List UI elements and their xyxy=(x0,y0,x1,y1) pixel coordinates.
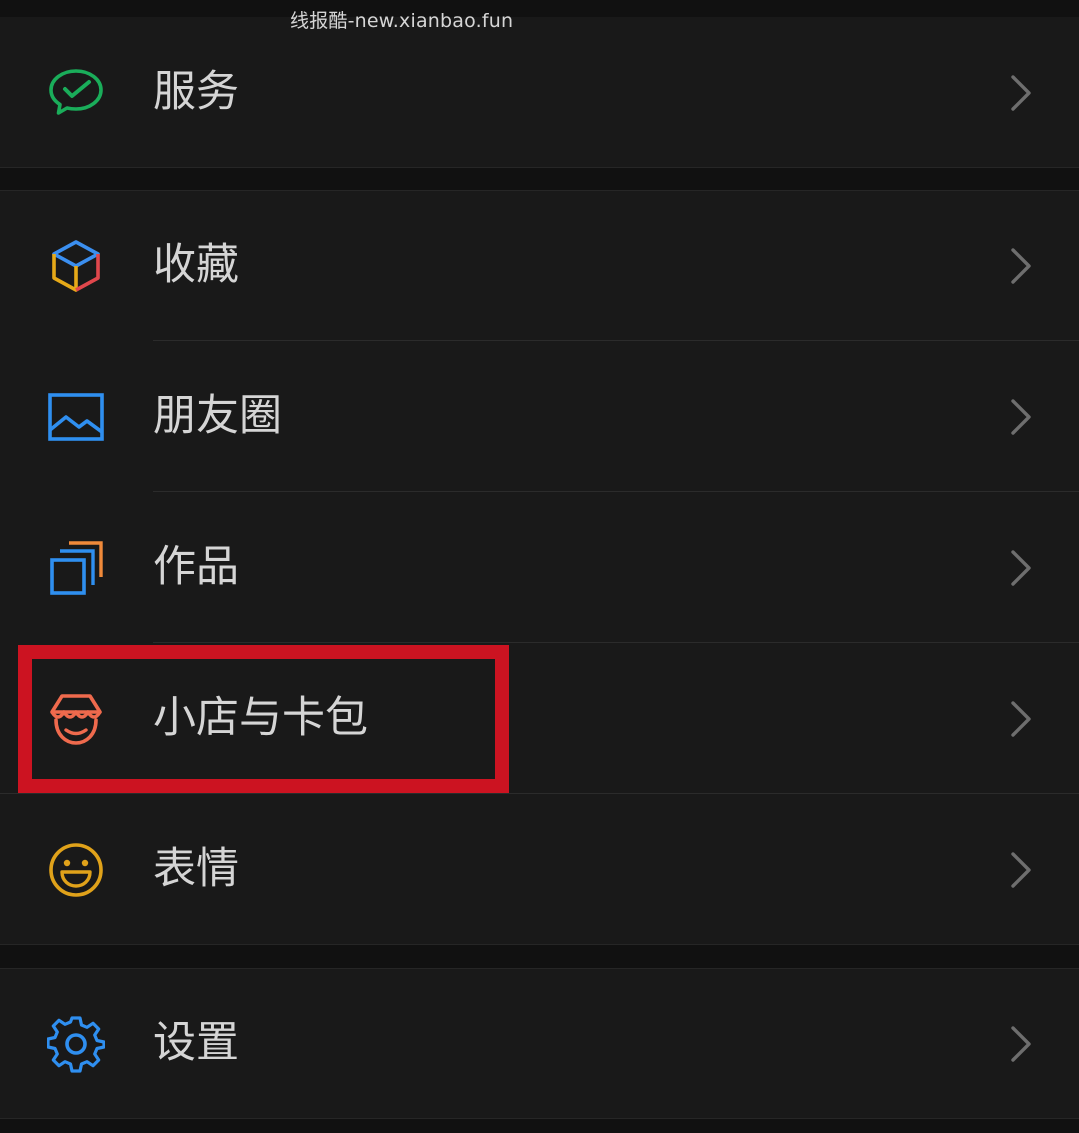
image-icon xyxy=(47,388,105,446)
cube-icon xyxy=(47,237,105,295)
menu-item-label: 作品 xyxy=(153,542,239,592)
menu-item-moments[interactable]: 朋友圈 xyxy=(0,341,1079,492)
chevron-right-icon xyxy=(1006,1024,1036,1064)
menu-item-services[interactable]: 服务 xyxy=(0,17,1079,168)
chevron-right-icon xyxy=(1006,699,1036,739)
chevron-right-icon xyxy=(1006,850,1036,890)
stacked-cards-icon xyxy=(47,539,105,597)
menu-item-label: 收藏 xyxy=(153,240,239,290)
menu-item-stickers[interactable]: 表情 xyxy=(0,794,1079,945)
menu-item-label: 表情 xyxy=(153,844,239,894)
menu-item-shop-cards[interactable]: 小店与卡包 xyxy=(0,643,1079,794)
menu-item-favorites[interactable]: 收藏 xyxy=(0,190,1079,341)
menu-item-label: 小店与卡包 xyxy=(153,693,368,743)
menu-item-label: 服务 xyxy=(153,67,239,117)
shop-awning-icon xyxy=(47,690,105,748)
gear-icon xyxy=(47,1015,105,1073)
menu-item-works[interactable]: 作品 xyxy=(0,492,1079,643)
chevron-right-icon xyxy=(1006,548,1036,588)
chevron-right-icon xyxy=(1006,246,1036,286)
menu-item-label: 设置 xyxy=(153,1018,239,1068)
watermark-text: 线报酷-new.xianbao.fun xyxy=(290,10,514,32)
menu-item-label: 朋友圈 xyxy=(153,391,282,441)
wechat-pay-icon xyxy=(47,64,105,122)
menu-group-services: 服务 xyxy=(0,17,1079,168)
menu-group-settings: 设置 xyxy=(0,968,1079,1119)
menu-item-settings[interactable]: 设置 xyxy=(0,968,1079,1119)
smiley-icon xyxy=(47,841,105,899)
chevron-right-icon xyxy=(1006,397,1036,437)
chevron-right-icon xyxy=(1006,73,1036,113)
menu-group-main: 收藏 朋友圈 作品 小店与卡包 表情 xyxy=(0,190,1079,945)
